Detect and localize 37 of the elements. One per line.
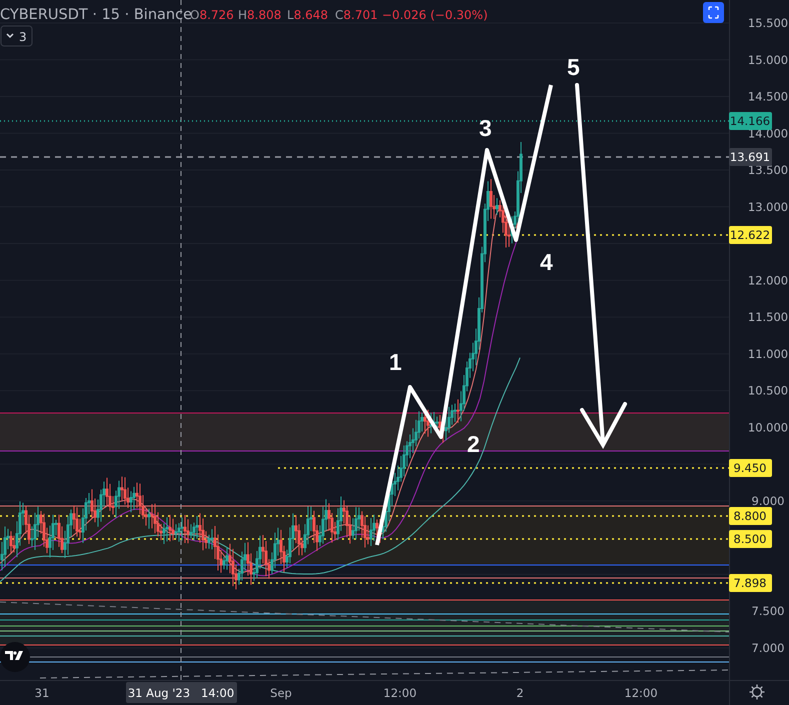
crosshair-time-label: 31 Aug '23 14:00 bbox=[126, 682, 237, 703]
price-axis-label: 15.500 bbox=[748, 16, 788, 30]
time-axis-label: Sep bbox=[270, 686, 292, 700]
price-tag: 8.800 bbox=[729, 507, 772, 525]
price-axis-label: 10.500 bbox=[748, 384, 788, 398]
price-axis-label: 10.000 bbox=[748, 420, 788, 434]
price-axis-label: 7.500 bbox=[752, 604, 784, 618]
price-tag: 13.691 bbox=[729, 148, 772, 166]
time-axis-label: 12:00 bbox=[383, 686, 417, 700]
price-axis-label: 12.000 bbox=[748, 273, 788, 288]
price-axis-label: 15.000 bbox=[748, 52, 788, 67]
price-tag: 9.450 bbox=[729, 459, 772, 477]
settings-icon[interactable] bbox=[748, 684, 766, 700]
price-tag: 14.166 bbox=[729, 112, 772, 130]
price-tag: 12.622 bbox=[729, 226, 772, 244]
price-axis-label: 7.000 bbox=[752, 640, 784, 655]
price-axis-label: 9.000 bbox=[752, 494, 784, 508]
time-axis-label: 2 bbox=[516, 686, 524, 700]
time-axis-label: 12:00 bbox=[624, 686, 658, 700]
wave-label: 2 bbox=[467, 431, 480, 457]
wave-label: 4 bbox=[540, 249, 553, 275]
ohlc-readout: O8.726 H8.808 L8.648 C8.701 −0.026 (−0.30%) bbox=[190, 8, 488, 22]
wave-label: 1 bbox=[389, 349, 402, 375]
time-axis-label: 31 bbox=[34, 686, 50, 700]
price-axis-label: 13.000 bbox=[748, 200, 788, 214]
price-axis-label: 13.500 bbox=[748, 163, 788, 178]
wave-label: 5 bbox=[567, 54, 580, 80]
wave-label: 3 bbox=[479, 115, 492, 141]
price-axis-label: 14.500 bbox=[748, 90, 788, 104]
logo-icon[interactable] bbox=[0, 642, 30, 672]
price-tag: 8.500 bbox=[729, 530, 772, 548]
price-tag: 7.898 bbox=[729, 574, 772, 592]
symbol-title: CYBERUSDT · 15 · Binance bbox=[0, 7, 192, 23]
indicators-toggle[interactable]: 3 bbox=[0, 26, 32, 46]
screenshot-icon[interactable] bbox=[703, 2, 724, 23]
price-axis-label: 11.000 bbox=[748, 346, 788, 361]
price-axis-label: 11.500 bbox=[748, 310, 788, 324]
